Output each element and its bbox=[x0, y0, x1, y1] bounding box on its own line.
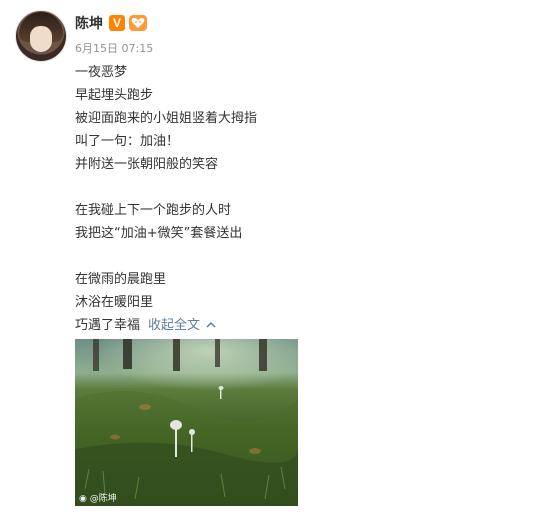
post-header: 陈坤 V bbox=[75, 13, 147, 33]
post-line: 一夜恶梦 bbox=[75, 65, 128, 80]
avatar-face bbox=[30, 26, 52, 52]
post-line: 叫了一句：加油！ bbox=[75, 134, 180, 149]
post-content: 一夜恶梦 早起埋头跑步 被迎面跑来的小姐姐竖着大拇指 叫了一句：加油！ 并附送一… bbox=[75, 61, 515, 337]
mushroom-scene bbox=[75, 339, 298, 506]
post-line: 早起埋头跑步 bbox=[75, 88, 154, 103]
verified-v-icon[interactable]: V bbox=[109, 15, 125, 31]
fans-heart-icon[interactable] bbox=[129, 15, 147, 31]
post-line-text: 巧遇了幸福 bbox=[75, 318, 141, 333]
post-line: 并附送一张朝阳般的笑容 bbox=[75, 157, 219, 172]
collapse-text-link[interactable]: 收起全文 bbox=[148, 318, 200, 333]
chevron-up-icon[interactable] bbox=[206, 314, 216, 337]
image-watermark: ◉ @陈坤 bbox=[79, 491, 117, 504]
watermark-text: @陈坤 bbox=[89, 494, 117, 504]
post-line: 在微雨的晨跑里 bbox=[75, 272, 167, 287]
post-line: 被迎面跑来的小姐姐竖着大拇指 bbox=[75, 111, 258, 126]
author-name[interactable]: 陈坤 bbox=[75, 13, 103, 33]
post-line: 沐浴在暖阳里 bbox=[75, 295, 154, 310]
heart-shape bbox=[131, 18, 145, 28]
post-time[interactable]: 6月15日 07:15 bbox=[75, 40, 153, 56]
post-meta: 6月15日 07:15 bbox=[75, 40, 153, 56]
post-line: 在我碰上下一个跑步的人时 bbox=[75, 203, 232, 218]
weibo-logo-icon: ◉ bbox=[79, 494, 87, 504]
post-line: 我把这“加油+微笑”套餐送出 bbox=[75, 226, 243, 241]
post-line-last: 巧遇了幸福 收起全文 bbox=[75, 314, 515, 337]
post-line-blank bbox=[75, 245, 515, 268]
post-line-blank bbox=[75, 176, 515, 199]
post-image[interactable]: ◉ @陈坤 bbox=[75, 339, 298, 506]
avatar[interactable] bbox=[15, 10, 67, 62]
